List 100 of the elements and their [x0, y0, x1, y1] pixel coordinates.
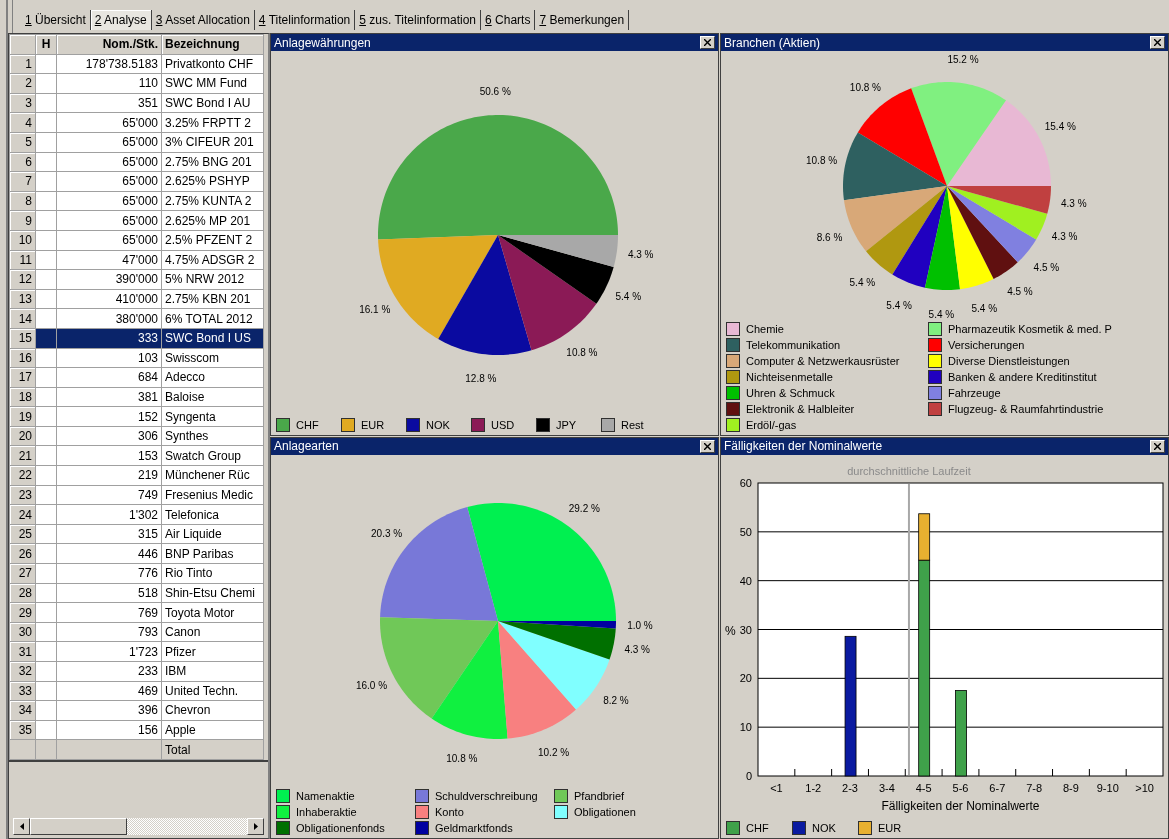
row-number: 18: [9, 387, 36, 407]
table-cell: 65'000: [56, 191, 162, 211]
table-cell: SWC MM Fund: [161, 73, 264, 94]
table-cell: 396: [56, 700, 162, 721]
value-label: 10.8 %: [849, 82, 881, 94]
table-row[interactable]: 7 65'000 2.625% PSHYP: [9, 171, 264, 192]
value-label: 1.0 %: [627, 619, 653, 631]
table-row[interactable]: 1 178'738.5183 Privatkonto CHF: [9, 54, 264, 74]
table-row[interactable]: 19 152 Syngenta: [9, 406, 264, 427]
table-row[interactable]: 5 65'000 3% CIFEUR 201: [9, 132, 264, 153]
close-button[interactable]: [700, 36, 715, 49]
table-row[interactable]: 12 390'000 5% NRW 2012: [9, 269, 264, 290]
table-row[interactable]: 21 153 Swatch Group: [9, 445, 264, 466]
table-row[interactable]: 23 749 Fresenius Medic: [9, 485, 264, 505]
row-number: 21: [9, 445, 36, 466]
table-row[interactable]: 33 469 United Techn.: [9, 681, 264, 701]
legend-label: Obligationen: [574, 806, 636, 818]
x-tick-label: >10: [1135, 781, 1154, 794]
x-tick-label: 8-9: [1063, 781, 1079, 794]
legend-label: NOK: [812, 822, 836, 834]
legend-label: Schuldverschreibung: [435, 790, 538, 802]
table-cell: Privatkonto CHF: [161, 54, 264, 74]
row-number: 30: [9, 622, 36, 642]
legend-label: Erdöl/-gas: [746, 418, 797, 431]
table-cell: 233: [56, 661, 162, 682]
value-label: 4.5 %: [1033, 261, 1060, 273]
value-label: 50.6 %: [479, 86, 511, 98]
tab[interactable]: 4 Titelinformation: [254, 10, 356, 30]
close-button[interactable]: [1150, 439, 1165, 453]
table-row[interactable]: 35 156 Apple: [9, 720, 264, 740]
column-header[interactable]: Bezeichnung: [161, 34, 264, 55]
close-icon: [704, 442, 711, 450]
table-row[interactable]: 3 351 SWC Bond I AU: [9, 93, 264, 113]
scroll-left-button[interactable]: [13, 818, 30, 835]
table-row[interactable]: 8 65'000 2.75% KUNTA 2: [9, 191, 264, 211]
y-tick-label: 20: [739, 671, 752, 684]
legend-label: Flugzeug- & Raumfahrtindustrie: [948, 402, 1104, 415]
y-tick-label: 30: [739, 623, 752, 635]
table-cell: 315: [56, 524, 162, 544]
table-row[interactable]: 31 1'723 Pfizer: [9, 641, 264, 662]
table-cell: Toyota Motor: [161, 602, 264, 623]
value-label: 10.2 %: [538, 746, 570, 758]
table-row[interactable]: 13 410'000 2.75% KBN 201: [9, 289, 264, 309]
row-number: 29: [9, 602, 36, 623]
table-row[interactable]: 2 110 SWC MM Fund: [9, 73, 264, 94]
table-row[interactable]: 17 684 Adecco: [9, 367, 264, 388]
table-row[interactable]: 27 776 Rio Tinto: [9, 563, 264, 584]
table-row[interactable]: 32 233 IBM: [9, 661, 264, 682]
table-row[interactable]: 16 103 Swisscom: [9, 348, 264, 368]
table-row[interactable]: 9 65'000 2.625% MP 201: [9, 210, 264, 231]
close-button[interactable]: [1150, 36, 1165, 49]
table-row[interactable]: 18 381 Baloise: [9, 387, 264, 407]
table-row[interactable]: 10 65'000 2.5% PFZENT 2: [9, 230, 264, 251]
legend-label: Banken & andere Kreditinstitut: [948, 370, 1097, 383]
table-cell: 178'738.5183: [56, 54, 162, 74]
table-row[interactable]: 25 315 Air Liquide: [9, 524, 264, 544]
table-cell: 2.75% BNG 201: [161, 152, 264, 172]
table-cell: Syngenta: [161, 406, 264, 427]
table-row[interactable]: 14 380'000 6% TOTAL 2012: [9, 308, 264, 329]
close-button[interactable]: [700, 439, 715, 453]
row-number: 3: [9, 93, 36, 113]
table-cell: 306: [56, 426, 162, 446]
table-cell: 6% TOTAL 2012: [161, 308, 264, 329]
table-row[interactable]: 28 518 Shin-Etsu Chemi: [9, 583, 264, 603]
tab[interactable]: 3 Asset Allocation: [151, 10, 255, 30]
table-row[interactable]: 20 306 Synthes: [9, 426, 264, 446]
column-header[interactable]: Nom./Stk.: [56, 34, 162, 55]
table-cell: 776: [56, 563, 162, 584]
row-number: 9: [9, 210, 36, 231]
table-cell: 65'000: [56, 230, 162, 251]
table-cell: 65'000: [56, 210, 162, 231]
close-icon: [1154, 39, 1161, 46]
table-row[interactable]: 29 769 Toyota Motor: [9, 602, 264, 623]
panel-title: Anlagearten: [274, 439, 339, 453]
legend-label: JPY: [556, 418, 577, 431]
value-label: 10.8 %: [806, 155, 838, 167]
value-label: 12.8 %: [465, 373, 497, 384]
legend-label: Uhren & Schmuck: [746, 386, 835, 399]
scroll-right-button[interactable]: [247, 818, 264, 835]
table-row[interactable]: 34 396 Chevron: [9, 700, 264, 721]
table-row[interactable]: 22 219 Münchener Rüc: [9, 465, 264, 486]
row-number: 23: [9, 485, 36, 505]
table-row[interactable]: 24 1'302 Telefonica: [9, 504, 264, 525]
left-arrow-icon: [19, 823, 24, 830]
table-row[interactable]: 11 47'000 4.75% ADSGR 2: [9, 250, 264, 270]
table-row[interactable]: 6 65'000 2.75% BNG 201: [9, 152, 264, 172]
row-number: 31: [9, 641, 36, 662]
tab[interactable]: 6 Charts: [481, 10, 536, 30]
column-header[interactable]: H: [35, 34, 57, 55]
table-row[interactable]: 30 793 Canon: [9, 622, 264, 642]
table-row[interactable]: 26 446 BNP Paribas: [9, 543, 264, 564]
table-row[interactable]: 4 65'000 3.25% FRPTT 2: [9, 112, 264, 133]
tab[interactable]: 1 Übersicht: [21, 10, 91, 30]
scrollbar-thumb[interactable]: [30, 818, 127, 835]
tab[interactable]: 7 Bemerkungen: [535, 10, 630, 30]
table-row[interactable]: 15 333 SWC Bond I US: [9, 328, 264, 348]
tab[interactable]: 5 zus. Titelinformation: [355, 10, 481, 30]
legend-label: Pfandbrief: [574, 790, 625, 802]
row-number: 12: [9, 269, 36, 290]
tab[interactable]: 2 Analyse: [90, 10, 152, 30]
